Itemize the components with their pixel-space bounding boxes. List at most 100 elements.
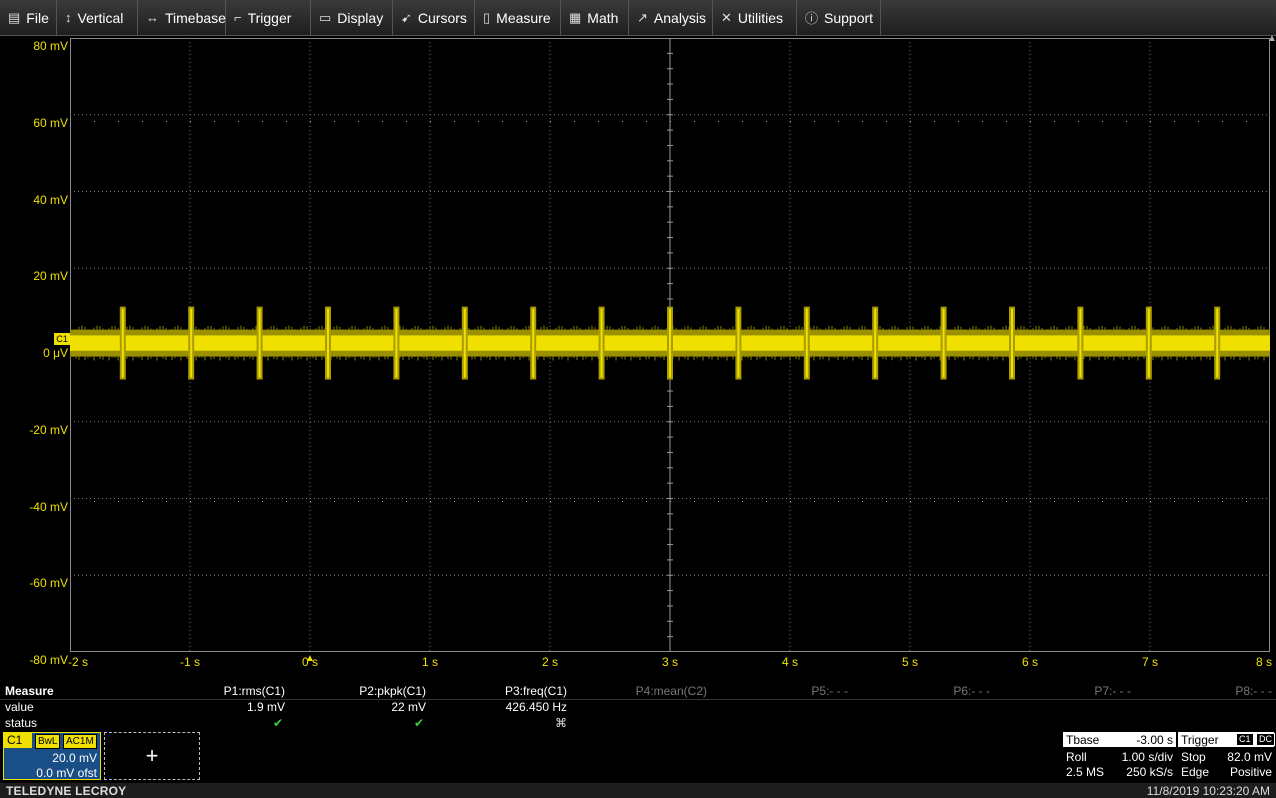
grid-dot <box>646 121 647 122</box>
y-axis-label: 20 mV <box>33 269 68 284</box>
measure-param-value: 426.450 Hz <box>505 700 567 714</box>
grid-dot <box>166 501 167 502</box>
c1-trace-marker[interactable]: C1 <box>54 333 70 345</box>
menu-analysis[interactable]: ↗ Analysis <box>629 0 713 35</box>
time-per-div: 1.00 s/div <box>1121 750 1173 764</box>
utilities-icon: ✕ <box>721 9 732 25</box>
x-axis-label: -1 s <box>179 655 200 669</box>
grid-dot <box>1222 501 1223 502</box>
measure-param-name[interactable]: P8:- - - <box>1235 684 1272 698</box>
timebase-label: Timebase <box>165 9 226 26</box>
grid-dot <box>790 121 791 122</box>
grid-dot <box>166 121 167 122</box>
menu-display[interactable]: ▭ Display <box>311 0 393 35</box>
menu-file[interactable]: ▤ File <box>0 0 57 35</box>
grid-dot <box>814 121 815 122</box>
trace-spike-core <box>395 308 398 378</box>
measure-param-name[interactable]: P5:- - - <box>811 684 848 698</box>
c1-descriptor[interactable]: C1 BwL AC1M 20.0 mV 0.0 mV ofst <box>3 732 101 780</box>
grid-dot <box>694 121 695 122</box>
grid-dot <box>310 121 311 122</box>
y-axis-label: 40 mV <box>33 192 68 207</box>
measure-param-name[interactable]: P6:- - - <box>953 684 990 698</box>
grid-dot <box>1126 121 1127 122</box>
grid-dot <box>670 121 671 122</box>
menu-utilities[interactable]: ✕ Utilities <box>713 0 797 35</box>
grid-dot <box>1102 121 1103 122</box>
measure-icon: ▯ <box>483 9 491 25</box>
grid-dot <box>862 121 863 122</box>
grid-dot <box>334 501 335 502</box>
trace-spike-core <box>600 308 603 378</box>
vertical-icon: ↕ <box>65 10 72 25</box>
grid-dot <box>550 121 551 122</box>
trigger-state: Stop <box>1181 750 1206 764</box>
value-row-label: value <box>5 700 34 714</box>
measure-param-name[interactable]: P4:mean(C2) <box>636 684 707 698</box>
menu-measure[interactable]: ▯ Measure <box>475 0 561 35</box>
vertical-label: Vertical <box>77 9 124 26</box>
menu-support[interactable]: ⓘ Support <box>797 0 881 35</box>
measure-header-row: Measure P1:rms(C1) P2:pkpk(C1) P3:freq(C1)… <box>0 684 1276 700</box>
waveform-grid[interactable] <box>70 38 1270 652</box>
trace-spike-core <box>669 308 671 378</box>
volts-per-div: 20.0 mV <box>52 751 97 765</box>
grid-dot <box>142 121 143 122</box>
trace-spike-core <box>327 308 329 378</box>
timebase-title: Tbase <box>1066 733 1100 747</box>
timebase-header: Tbase -3.00 s <box>1063 732 1176 747</box>
menu-vertical[interactable]: ↕ Vertical <box>57 0 138 35</box>
c1-tag: C1 <box>4 733 32 748</box>
waveform-display[interactable] <box>70 38 1270 652</box>
x-axis-label: 4 s <box>781 655 798 669</box>
grid-dot <box>1150 121 1151 122</box>
trigger-descriptor[interactable]: Trigger C1 DC Stop 82.0 mV Edge Positive <box>1178 732 1275 780</box>
measure-title: Measure <box>5 684 54 698</box>
trigger-position-icon[interactable]: ▲ <box>305 653 315 664</box>
add-trace-button[interactable]: + <box>104 732 200 780</box>
trace-spike-core <box>190 308 193 378</box>
measure-table[interactable]: Measure P1:rms(C1) P2:pkpk(C1) P3:freq(C1)… <box>0 684 1276 732</box>
status-row-label: status <box>5 716 38 730</box>
grid-dot <box>262 121 263 122</box>
grid-dot <box>814 501 815 502</box>
grid-dot <box>478 121 479 122</box>
y-axis-label: 0 μV <box>43 346 68 360</box>
grid-dot <box>190 121 191 122</box>
status-ok-check-icon: ✔ <box>414 716 425 730</box>
grid-dot <box>694 501 695 502</box>
grid-dot <box>430 121 431 122</box>
menu-timebase[interactable]: ↔ Timebase <box>138 0 226 35</box>
menu-trigger[interactable]: ⌐ Trigger <box>226 0 311 35</box>
grid-dot <box>1198 121 1199 122</box>
support-icon: ⓘ <box>805 11 819 26</box>
grid-dot <box>94 121 95 122</box>
timebase-descriptor[interactable]: Tbase -3.00 s Roll 1.00 s/div 2.5 MS 250… <box>1063 732 1176 780</box>
measure-param-name[interactable]: P3:freq(C1) <box>505 684 567 698</box>
grid-dot <box>454 121 455 122</box>
grid-dot <box>934 501 935 502</box>
grid-dot <box>1030 121 1031 122</box>
measure-param-name[interactable]: P7:- - - <box>1094 684 1131 698</box>
grid-dot <box>790 501 791 502</box>
grid-dot <box>766 121 767 122</box>
y-axis-label: -40 mV <box>29 499 68 514</box>
menu-cursors[interactable]: ➹ Cursors <box>393 0 475 35</box>
measure-label: Measure <box>496 9 551 26</box>
measure-param-name[interactable]: P1:rms(C1) <box>224 684 285 698</box>
grid-dot <box>1078 501 1079 502</box>
grid-dot <box>1174 121 1175 122</box>
grid-dot <box>646 501 647 502</box>
grid-dot <box>406 501 407 502</box>
grid-dot <box>574 121 575 122</box>
grid-dot <box>574 501 575 502</box>
x-axis-label: 3 s <box>661 655 678 669</box>
grid-dot <box>118 501 119 502</box>
x-axis-label: 5 s <box>901 655 918 669</box>
math-icon: ▦ <box>569 9 582 25</box>
measure-param-name[interactable]: P2:pkpk(C1) <box>359 684 426 698</box>
grid-dot <box>1006 501 1007 502</box>
menu-math[interactable]: ▦ Math <box>561 0 629 35</box>
trace-spike-core <box>942 308 945 378</box>
coupling-badge: AC1M <box>63 734 97 749</box>
